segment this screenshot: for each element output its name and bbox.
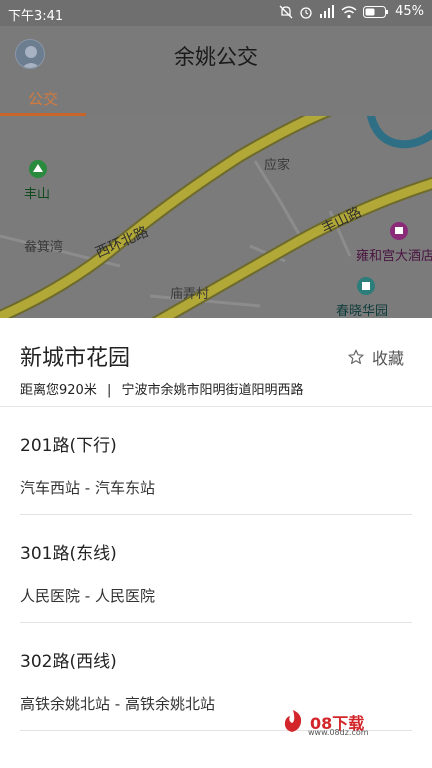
route-name: 302路(西线) xyxy=(20,652,117,672)
route-item[interactable]: 201路(下行) 汽车西站 - 汽车东站 xyxy=(0,407,432,515)
stop-address: 宁波市余姚市阳明街道阳明西路 xyxy=(121,383,304,398)
stop-meta: 距离您920米 | 宁波市余姚市阳明街道阳明西路 xyxy=(20,379,304,398)
map-label-chanjiwan: 畚箕湾 xyxy=(24,240,64,255)
map-roads xyxy=(0,116,432,318)
favorite-button[interactable]: 收藏 xyxy=(348,345,404,369)
status-bar: 下午3:41 45% xyxy=(0,0,432,26)
wifi-icon xyxy=(341,5,357,19)
route-item[interactable]: 301路(东线) 人民医院 - 人民医院 xyxy=(0,515,432,623)
status-icons: 45% xyxy=(279,4,424,19)
status-time: 下午3:41 xyxy=(8,9,64,24)
favorite-label: 收藏 xyxy=(371,349,404,368)
app-header: 余姚公交 xyxy=(0,26,432,84)
page-title: 余姚公交 xyxy=(174,45,258,69)
map-label-chunxiao: 春晓华园 xyxy=(336,304,389,318)
battery-icon xyxy=(363,5,389,18)
tab-bar: 公交 xyxy=(0,84,432,116)
stop-detail-sheet: 新城市花园 收藏 距离您920米 | 宁波市余姚市阳明街道阳明西路 201路(下… xyxy=(0,318,432,768)
watermark: 08下载 www.08dz.com xyxy=(280,708,390,738)
route-stations: 高铁余姚北站 - 高铁余姚北站 xyxy=(20,695,215,713)
tab-bus-label: 公交 xyxy=(27,90,58,108)
meta-separator: | xyxy=(106,383,112,398)
tab-bus[interactable]: 公交 xyxy=(0,84,86,116)
map-view[interactable]: 应家 丰山 畚箕湾 西环北路 丰山路 雍和宫大酒店 庙弄村 春晓华园 xyxy=(0,116,432,318)
alarm-icon xyxy=(299,5,313,19)
star-icon xyxy=(348,349,364,364)
watermark-url: www.08dz.com xyxy=(308,728,369,737)
signal-icon xyxy=(319,4,335,19)
map-label-miaonongcun: 庙弄村 xyxy=(170,287,210,302)
route-name: 201路(下行) xyxy=(20,436,117,456)
watermark-logo-icon xyxy=(284,710,302,732)
stop-distance: 距离您920米 xyxy=(20,383,97,398)
map-label-yonghegong: 雍和宫大酒店 xyxy=(356,249,432,264)
route-stations: 汽车西站 - 汽车东站 xyxy=(20,479,155,497)
stop-name: 新城市花园 xyxy=(20,346,131,371)
battery-level: 45% xyxy=(395,4,424,19)
route-name: 301路(东线) xyxy=(20,544,117,564)
mute-icon xyxy=(279,5,293,19)
map-label-yingjia: 应家 xyxy=(264,158,291,173)
map-label-fengshan: 丰山 xyxy=(24,187,51,202)
route-stations: 人民医院 - 人民医院 xyxy=(20,587,155,605)
